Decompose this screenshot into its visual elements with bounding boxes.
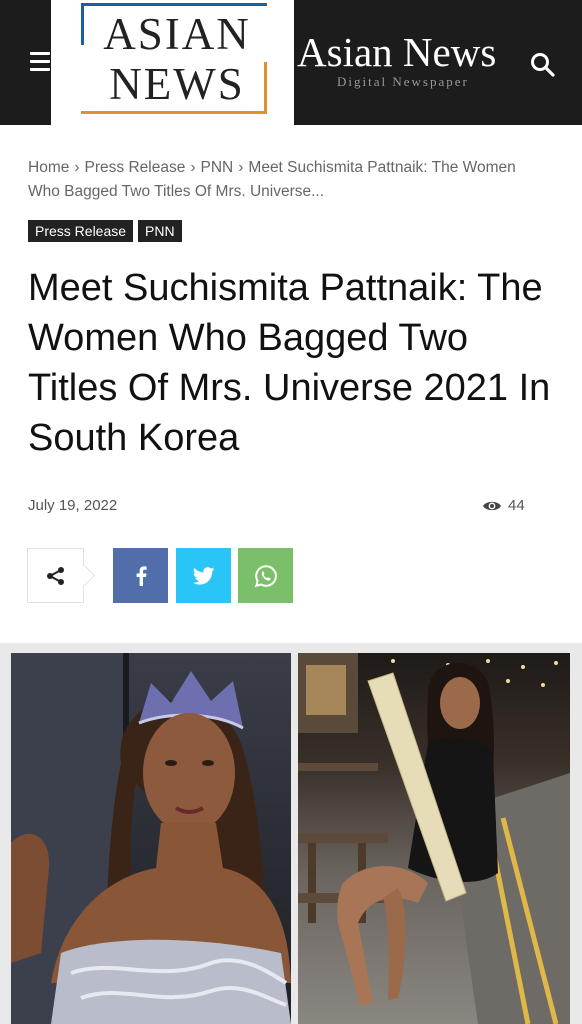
category-press-release[interactable]: Press Release: [28, 220, 134, 242]
article-title: Meet Suchismita Pattnaik: The Women Who …: [28, 267, 551, 459]
category-tags: Press Release PNN: [28, 220, 182, 242]
featured-image: [0, 643, 582, 1024]
share-whatsapp-button[interactable]: [238, 548, 293, 603]
share-toggle-button[interactable]: [27, 548, 84, 603]
logo-text-line2: NEWS: [109, 59, 245, 109]
share-twitter-button[interactable]: [176, 548, 231, 603]
search-icon[interactable]: [530, 52, 556, 78]
breadcrumb-separator: ›: [190, 159, 196, 176]
logo-frame: [81, 3, 84, 45]
category-pnn[interactable]: PNN: [138, 220, 182, 242]
breadcrumb-press-release[interactable]: Press Release: [85, 159, 186, 176]
breadcrumb-pnn[interactable]: PNN: [201, 159, 234, 176]
view-count: 44: [482, 497, 525, 514]
site-header: ASIAN NEWS Asian News Digital Newspaper: [0, 0, 582, 125]
logo-text-line1: ASIAN: [103, 9, 251, 59]
view-count-value: 44: [508, 497, 525, 514]
breadcrumb-home[interactable]: Home: [28, 159, 69, 176]
breadcrumb-separator: ›: [238, 159, 244, 176]
hamburger-icon[interactable]: [30, 52, 50, 72]
share-icon: [47, 567, 64, 585]
site-logo[interactable]: ASIAN NEWS: [51, 0, 294, 125]
publish-date: July 19, 2022: [28, 497, 118, 514]
breadcrumb-separator: ›: [74, 159, 80, 176]
facebook-icon: [136, 565, 147, 586]
breadcrumb: Home › Press Release › PNN › Meet Suchismita P…: [28, 156, 528, 204]
whatsapp-icon: [254, 564, 277, 587]
share-facebook-button[interactable]: [113, 548, 168, 603]
portrait-photo: [11, 653, 291, 1024]
brand-tagline: Digital Newspaper: [337, 74, 469, 89]
brand-name[interactable]: Asian News: [297, 28, 496, 76]
eye-icon: [483, 501, 501, 510]
logo-frame: [81, 3, 267, 6]
twitter-icon: [192, 566, 214, 585]
sash-photo: [298, 653, 570, 1024]
logo-frame: [81, 111, 267, 114]
